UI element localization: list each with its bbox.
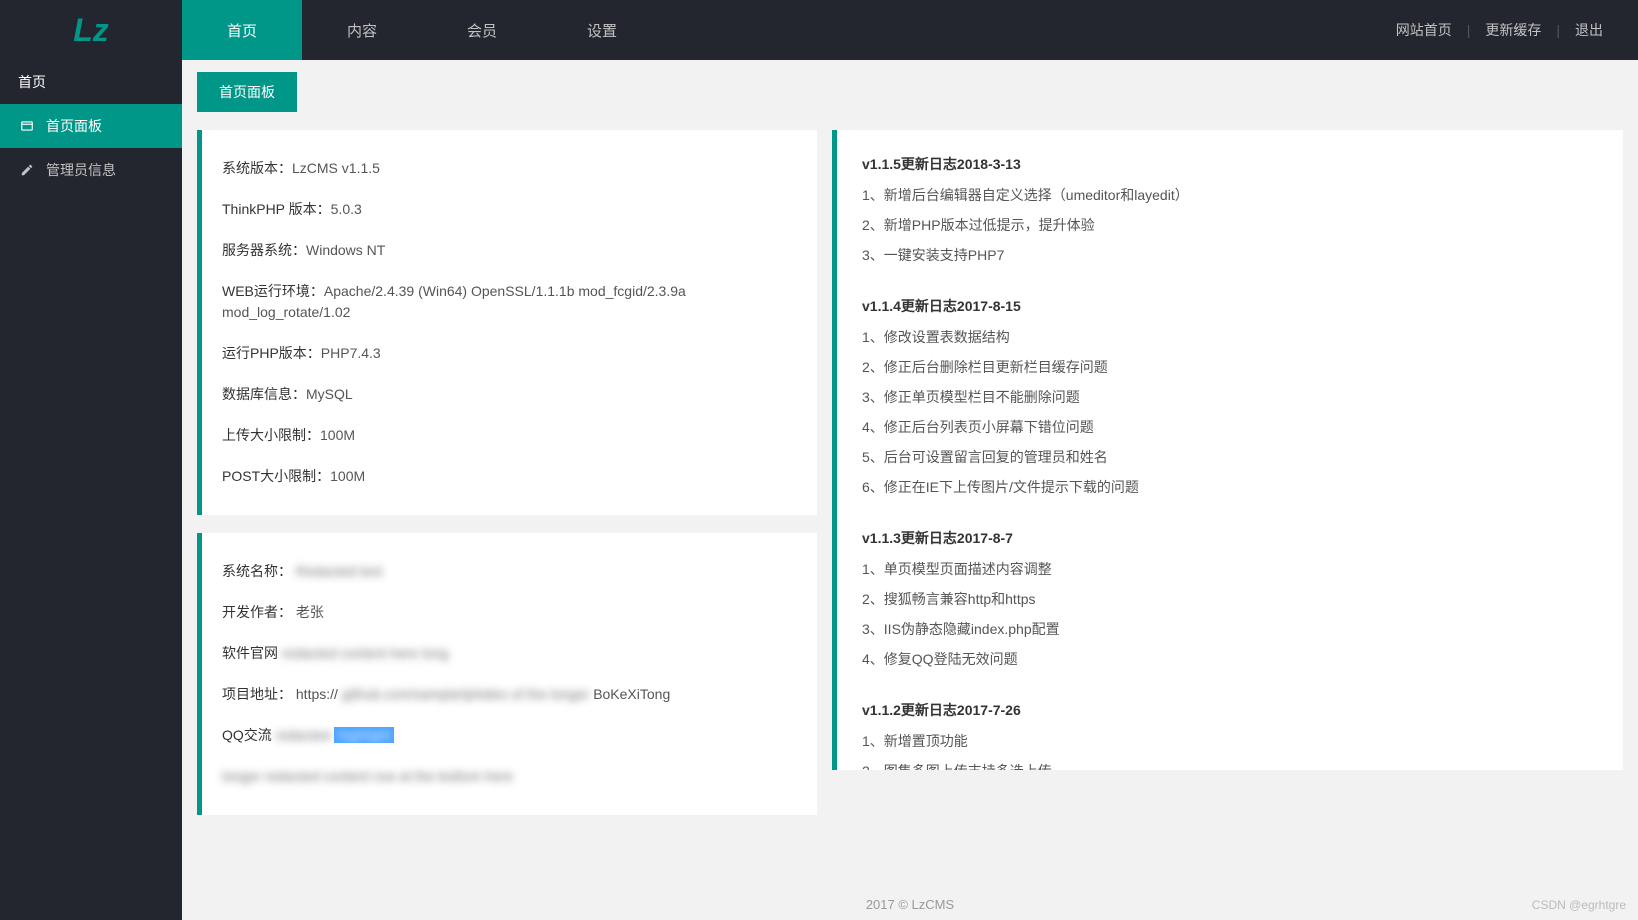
sidebar-title: 首页 xyxy=(0,60,182,104)
info-row: longer redacted content row at the botto… xyxy=(222,756,797,797)
changelog-item: 2、新增PHP版本过低提示，提升体验 xyxy=(862,210,1598,240)
changelog-block: v1.1.3更新日志2017-8-71、单页模型页面描述内容调整2、搜狐畅言兼容… xyxy=(862,522,1598,674)
sidebar-item-admin-info[interactable]: 管理员信息 xyxy=(0,148,182,192)
changelog-item: 1、新增后台编辑器自定义选择（umeditor和layedit） xyxy=(862,180,1598,210)
panel-icon xyxy=(18,119,36,133)
changelog-title: v1.1.3更新日志2017-8-7 xyxy=(862,522,1598,554)
top-nav: 首页 内容 会员 设置 xyxy=(182,0,662,60)
info-row: POST大小限制：100M xyxy=(222,456,797,497)
logo[interactable]: Lz xyxy=(0,0,182,60)
changelog-item: 5、后台可设置留言回复的管理员和姓名 xyxy=(862,442,1598,472)
top-right: 网站首页 | 更新缓存 | 退出 xyxy=(1381,0,1638,60)
changelog-title: v1.1.4更新日志2017-8-15 xyxy=(862,290,1598,322)
link-refresh-cache[interactable]: 更新缓存 xyxy=(1470,20,1556,40)
watermark: CSDN @egrhtgre xyxy=(1532,898,1626,912)
changelog-title: v1.1.5更新日志2018-3-13 xyxy=(862,148,1598,180)
changelog-item: 3、修正单页模型栏目不能删除问题 xyxy=(862,382,1598,412)
changelog-item: 4、修正后台列表页小屏幕下错位问题 xyxy=(862,412,1598,442)
info-row: WEB运行环境：Apache/2.4.39 (Win64) OpenSSL/1.… xyxy=(222,271,797,333)
nav-settings[interactable]: 设置 xyxy=(542,0,662,60)
about-card: 系统名称： Redacted text 开发作者： 老张 软件官网 redact… xyxy=(197,533,817,815)
right-column: v1.1.5更新日志2018-3-131、新增后台编辑器自定义选择（umedit… xyxy=(832,130,1623,872)
tab-dashboard[interactable]: 首页面板 xyxy=(197,72,297,112)
footer: 2017 © LzCMS xyxy=(182,897,1638,912)
info-row: 运行PHP版本：PHP7.4.3 xyxy=(222,333,797,374)
changelog-block: v1.1.5更新日志2018-3-131、新增后台编辑器自定义选择（umedit… xyxy=(862,148,1598,270)
info-row: 上传大小限制：100M xyxy=(222,415,797,456)
info-row: 数据库信息：MySQL xyxy=(222,374,797,415)
sidebar-item-dashboard[interactable]: 首页面板 xyxy=(0,104,182,148)
top-bar: Lz 首页 内容 会员 设置 网站首页 | 更新缓存 | 退出 xyxy=(0,0,1638,60)
info-row: QQ交流 redacted highlight xyxy=(222,715,797,756)
changelog-item: 3、IIS伪静态隐藏index.php配置 xyxy=(862,614,1598,644)
redacted-text: longer redacted content row at the botto… xyxy=(222,768,513,784)
changelog-item: 1、新增置顶功能 xyxy=(862,726,1598,756)
info-row: 服务器系统：Windows NT xyxy=(222,230,797,271)
redacted-text: redacted xyxy=(276,727,334,743)
changelog-item: 1、修改设置表数据结构 xyxy=(862,322,1598,352)
info-row: 系统版本：LzCMS v1.1.5 xyxy=(222,148,797,189)
nav-home[interactable]: 首页 xyxy=(182,0,302,60)
changelog-block: v1.1.2更新日志2017-7-261、新增置顶功能2、图集多图上传支持多选上… xyxy=(862,694,1598,770)
info-row: 系统名称： Redacted text xyxy=(222,551,797,592)
changelog-block: v1.1.4更新日志2017-8-151、修改设置表数据结构2、修正后台删除栏目… xyxy=(862,290,1598,502)
changelog-item: 2、修正后台删除栏目更新栏目缓存问题 xyxy=(862,352,1598,382)
redacted-text: github.com/sample/iphides of the longer xyxy=(342,686,589,702)
logo-text: Lz xyxy=(73,12,109,49)
info-row: 开发作者： 老张 xyxy=(222,592,797,633)
changelog-item: 2、搜狐畅言兼容http和https xyxy=(862,584,1598,614)
link-site-home[interactable]: 网站首页 xyxy=(1381,20,1467,40)
left-column: 系统版本：LzCMS v1.1.5 ThinkPHP 版本：5.0.3 服务器系… xyxy=(197,130,817,872)
edit-icon xyxy=(18,163,36,177)
sidebar: 首页 首页面板 管理员信息 xyxy=(0,60,182,920)
changelog-item: 3、一键安装支持PHP7 xyxy=(862,240,1598,270)
changelog-item: 2、图集多图上传支持多选上传 xyxy=(862,756,1598,770)
info-row: 项目地址： https:// github.com/sample/iphides… xyxy=(222,674,797,715)
sidebar-item-label: 首页面板 xyxy=(46,116,102,136)
changelog-item: 1、单页模型页面描述内容调整 xyxy=(862,554,1598,584)
changelog-item: 4、修复QQ登陆无效问题 xyxy=(862,644,1598,674)
sidebar-item-label: 管理员信息 xyxy=(46,160,116,180)
nav-member[interactable]: 会员 xyxy=(422,0,542,60)
changelog-item: 6、修正在IE下上传图片/文件提示下载的问题 xyxy=(862,472,1598,502)
redacted-text: redacted content here long xyxy=(282,645,449,661)
two-column-layout: 系统版本：LzCMS v1.1.5 ThinkPHP 版本：5.0.3 服务器系… xyxy=(197,130,1623,872)
changelog-title: v1.1.2更新日志2017-7-26 xyxy=(862,694,1598,726)
redacted-highlight: highlight xyxy=(334,727,394,743)
redacted-text: Redacted text xyxy=(296,563,382,579)
info-row: ThinkPHP 版本：5.0.3 xyxy=(222,189,797,230)
info-row: 软件官网 redacted content here long xyxy=(222,633,797,674)
content-area: 首页面板 系统版本：LzCMS v1.1.5 ThinkPHP 版本：5.0.3… xyxy=(182,60,1638,920)
changelog-card: v1.1.5更新日志2018-3-131、新增后台编辑器自定义选择（umedit… xyxy=(832,130,1623,770)
nav-content[interactable]: 内容 xyxy=(302,0,422,60)
system-info-card: 系统版本：LzCMS v1.1.5 ThinkPHP 版本：5.0.3 服务器系… xyxy=(197,130,817,515)
link-logout[interactable]: 退出 xyxy=(1560,20,1618,40)
main: 首页 首页面板 管理员信息 首页面板 系统版本：LzCMS v1.1.5 Thi… xyxy=(0,60,1638,920)
